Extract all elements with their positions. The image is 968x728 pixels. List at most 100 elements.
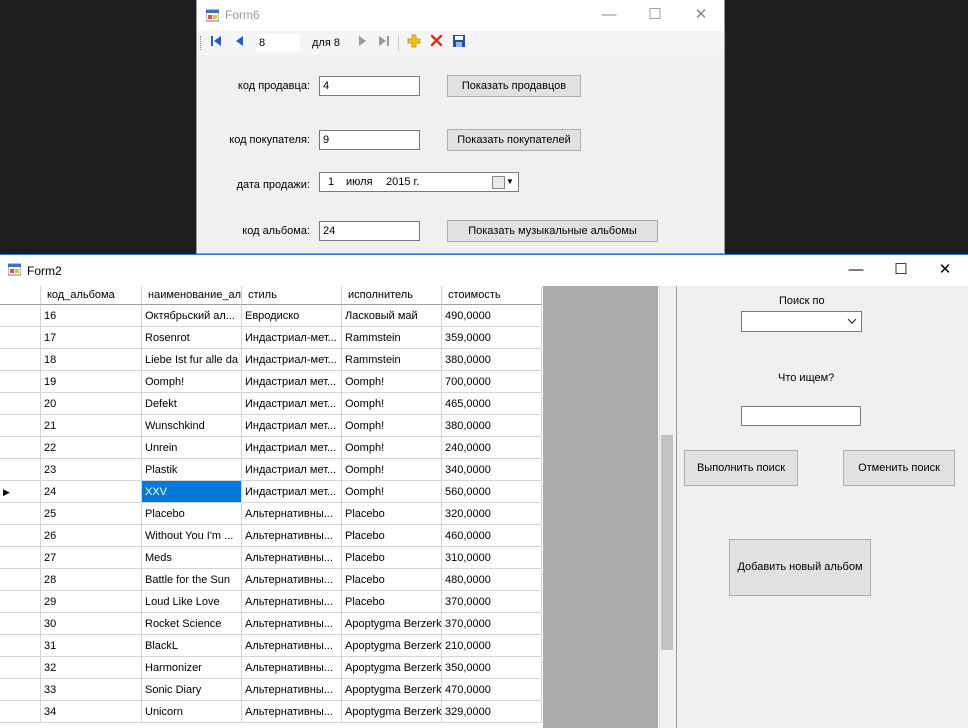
minimize-button[interactable]: — xyxy=(833,255,879,285)
row-header[interactable] xyxy=(0,305,41,327)
row-header[interactable] xyxy=(0,679,41,701)
column-header[interactable]: стиль xyxy=(242,286,342,305)
table-cell[interactable]: 29 xyxy=(41,591,142,613)
row-header[interactable] xyxy=(0,415,41,437)
row-header[interactable] xyxy=(0,635,41,657)
table-cell[interactable]: Oomph! xyxy=(342,415,442,437)
minimize-button[interactable]: — xyxy=(586,0,632,30)
table-cell[interactable]: 33 xyxy=(41,679,142,701)
table-cell[interactable]: Индастриал мет... xyxy=(242,437,342,459)
table-cell[interactable]: 32 xyxy=(41,657,142,679)
table-cell[interactable]: Индастриал-мет... xyxy=(242,327,342,349)
table-cell[interactable]: Oomph! xyxy=(342,459,442,481)
row-header[interactable] xyxy=(0,393,41,415)
move-next-icon[interactable] xyxy=(353,34,371,52)
chevron-down-icon[interactable] xyxy=(847,318,857,325)
table-cell[interactable]: Oomph! xyxy=(142,371,242,393)
table-row[interactable]: 25 Placebo Альтернативны... Placebo 320,000… xyxy=(0,503,543,525)
table-cell[interactable]: Apoptygma Berzerk xyxy=(342,657,442,679)
table-cell[interactable]: Harmonizer xyxy=(142,657,242,679)
table-cell[interactable]: 30 xyxy=(41,613,142,635)
table-cell[interactable]: Евродиско xyxy=(242,305,342,327)
table-cell[interactable]: Unrein xyxy=(142,437,242,459)
table-cell[interactable]: Ласковый май xyxy=(342,305,442,327)
table-cell[interactable]: Placebo xyxy=(142,503,242,525)
add-album-button[interactable]: Добавить новый альбом xyxy=(729,539,871,596)
album-code-input[interactable]: 24 xyxy=(319,221,420,241)
table-cell[interactable]: 18 xyxy=(41,349,142,371)
table-row[interactable]: 33 Sonic Diary Альтернативны... Apoptygma … xyxy=(0,679,543,701)
table-cell[interactable]: Индастриал мет... xyxy=(242,371,342,393)
table-cell[interactable]: Sonic Diary xyxy=(142,679,242,701)
row-header[interactable] xyxy=(0,349,41,371)
table-cell[interactable]: 22 xyxy=(41,437,142,459)
show-albums-button[interactable]: Показать музыкальные альбомы xyxy=(447,220,658,242)
table-cell[interactable]: Альтернативны... xyxy=(242,679,342,701)
table-cell[interactable]: Индастриал-мет... xyxy=(242,349,342,371)
table-cell[interactable]: 320,0000 xyxy=(442,503,542,525)
table-cell[interactable]: Альтернативны... xyxy=(242,635,342,657)
table-cell[interactable]: 28 xyxy=(41,569,142,591)
table-cell[interactable]: Альтернативны... xyxy=(242,569,342,591)
table-cell[interactable]: Liebe Ist fur alle da xyxy=(142,349,242,371)
sale-date-picker[interactable]: 1 июля 2015 г. ▼ xyxy=(319,172,519,192)
table-row[interactable]: 22 Unrein Индастриал мет... Oomph! 240,0000 xyxy=(0,437,543,459)
table-row[interactable]: 34 Unicorn Альтернативны... Apoptygma Berz… xyxy=(0,701,543,723)
table-cell[interactable]: Oomph! xyxy=(342,437,442,459)
table-cell[interactable]: Without You I'm ... xyxy=(142,525,242,547)
row-header[interactable]: ▶ xyxy=(0,481,41,503)
row-header[interactable] xyxy=(0,701,41,723)
table-row[interactable]: 19 Oomph! Индастриал мет... Oomph! 700,0000 xyxy=(0,371,543,393)
table-cell[interactable]: Rocket Science xyxy=(142,613,242,635)
table-cell[interactable]: Placebo xyxy=(342,525,442,547)
close-button[interactable]: ✕ xyxy=(678,0,724,30)
table-cell[interactable]: Placebo xyxy=(342,503,442,525)
table-cell[interactable]: 700,0000 xyxy=(442,371,542,393)
move-first-icon[interactable] xyxy=(207,34,225,52)
table-cell[interactable]: 329,0000 xyxy=(442,701,542,723)
maximize-button[interactable]: ☐ xyxy=(632,0,678,30)
column-header[interactable]: стоимость xyxy=(442,286,542,305)
column-header[interactable]: исполнитель xyxy=(342,286,442,305)
table-row[interactable]: 28 Battle for the Sun Альтернативны... Pla… xyxy=(0,569,543,591)
table-cell[interactable]: Индастриал мет... xyxy=(242,393,342,415)
table-cell[interactable]: Альтернативны... xyxy=(242,613,342,635)
table-cell[interactable]: Rammstein xyxy=(342,327,442,349)
table-cell[interactable]: Oomph! xyxy=(342,481,442,503)
table-cell[interactable]: Альтернативны... xyxy=(242,701,342,723)
table-row[interactable]: 23 Plastik Индастриал мет... Oomph! 340,0000 xyxy=(0,459,543,481)
table-cell[interactable]: Альтернативны... xyxy=(242,525,342,547)
search-query-input[interactable] xyxy=(741,406,861,426)
table-cell[interactable]: Unicorn xyxy=(142,701,242,723)
calendar-icon[interactable] xyxy=(492,176,505,189)
table-cell[interactable]: 27 xyxy=(41,547,142,569)
row-header[interactable] xyxy=(0,569,41,591)
row-header[interactable] xyxy=(0,327,41,349)
table-cell[interactable]: Loud Like Love xyxy=(142,591,242,613)
table-cell[interactable]: Альтернативны... xyxy=(242,657,342,679)
table-cell[interactable]: Plastik xyxy=(142,459,242,481)
table-cell[interactable]: 21 xyxy=(41,415,142,437)
row-header[interactable] xyxy=(0,525,41,547)
row-header[interactable] xyxy=(0,371,41,393)
table-cell[interactable]: 465,0000 xyxy=(442,393,542,415)
table-cell[interactable]: 25 xyxy=(41,503,142,525)
table-cell[interactable]: 23 xyxy=(41,459,142,481)
table-cell[interactable]: 17 xyxy=(41,327,142,349)
show-buyers-button[interactable]: Показать покупателей xyxy=(447,129,581,151)
table-cell[interactable]: 26 xyxy=(41,525,142,547)
table-row[interactable]: 17 Rosenrot Индастриал-мет... Rammstein 359,… xyxy=(0,327,543,349)
table-cell[interactable]: Wunschkind xyxy=(142,415,242,437)
table-cell[interactable]: Meds xyxy=(142,547,242,569)
table-cell[interactable]: Placebo xyxy=(342,569,442,591)
add-new-icon[interactable] xyxy=(405,34,423,52)
table-cell[interactable]: Apoptygma Berzerk xyxy=(342,701,442,723)
table-row[interactable]: 31 BlackL Альтернативны... Apoptygma Berze… xyxy=(0,635,543,657)
table-cell[interactable]: Oomph! xyxy=(342,393,442,415)
table-cell[interactable]: 20 xyxy=(41,393,142,415)
table-row[interactable]: 27 Meds Альтернативны... Placebo 310,0000 xyxy=(0,547,543,569)
table-cell[interactable]: Apoptygma Berzerk xyxy=(342,613,442,635)
table-cell[interactable]: 31 xyxy=(41,635,142,657)
table-row[interactable]: 26 Without You I'm ... Альтернативны... Pl… xyxy=(0,525,543,547)
table-row[interactable]: 30 Rocket Science Альтернативны... Apoptyg… xyxy=(0,613,543,635)
